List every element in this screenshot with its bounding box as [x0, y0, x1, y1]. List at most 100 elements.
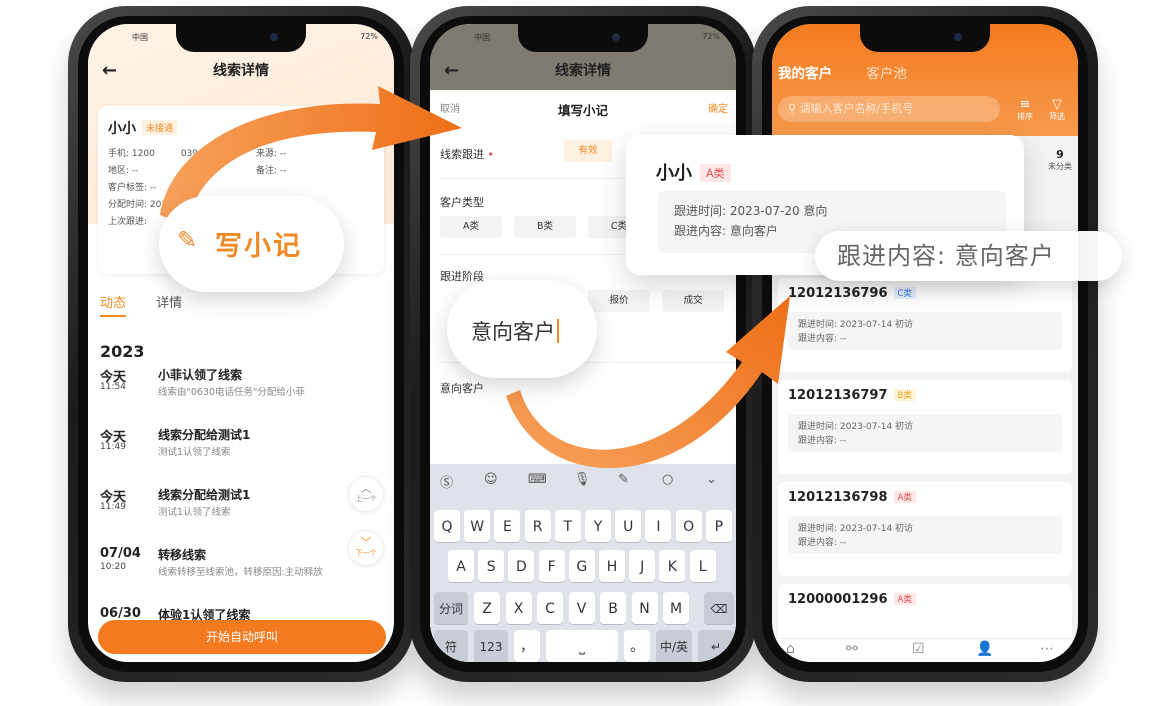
tasks-icon[interactable]: ☑: [912, 641, 925, 657]
period-key[interactable]: 。: [624, 630, 650, 662]
customers-screen: 我的客户 客户池 ⚲ 请输入客户名称/手机号 ≡ 排序 ▽ 筛选 9 未分类 1201…: [772, 24, 1078, 662]
key-u[interactable]: U: [615, 510, 642, 542]
key-i[interactable]: I: [645, 510, 672, 542]
status-badge: 未接通: [142, 120, 178, 135]
prev-button[interactable]: ︿ 上一个: [348, 476, 384, 512]
chevron-up-icon: ︿: [360, 482, 372, 495]
tab-my-customers[interactable]: 我的客户: [778, 66, 832, 82]
confirm-button[interactable]: 确定: [708, 100, 728, 115]
phone-lead-detail: 中国 72% ← 线索详情 小小 未接通 手机: 1200 039 来源: -- 地区…: [68, 6, 414, 682]
home-icon[interactable]: ⌂: [786, 641, 795, 657]
stat-value: 9: [1056, 148, 1064, 161]
leads-icon[interactable]: ⚯: [846, 641, 858, 657]
chevron-down-icon: ﹀: [360, 536, 372, 549]
timeline-time: 11:54: [100, 382, 126, 392]
key-x[interactable]: X: [505, 592, 532, 624]
popup-name: 小小: [656, 163, 692, 184]
highlight-pill: 跟进内容: 意向客户: [815, 231, 1122, 281]
auto-call-button[interactable]: 开始自动呼叫: [98, 620, 386, 654]
key-s[interactable]: S: [478, 550, 505, 582]
phone-my-customers: 我的客户 客户池 ⚲ 请输入客户名称/手机号 ≡ 排序 ▽ 筛选 9 未分类 1201…: [752, 6, 1098, 682]
key-p[interactable]: P: [705, 510, 732, 542]
sort-icon: ≡: [1019, 97, 1031, 112]
keyboard-icon[interactable]: ⌨: [528, 472, 547, 487]
unclassified-stat[interactable]: 9 未分类: [1048, 148, 1072, 172]
key-q[interactable]: Q: [434, 510, 460, 542]
sort-button[interactable]: ≡ 排序: [1012, 98, 1038, 122]
key-t[interactable]: T: [554, 510, 581, 542]
key-v[interactable]: V: [568, 592, 595, 624]
key-w[interactable]: W: [464, 510, 491, 542]
text-cursor: [557, 319, 559, 343]
search-icon[interactable]: ○: [662, 472, 673, 487]
backspace-key[interactable]: ⌫: [704, 592, 734, 624]
type-option-a[interactable]: A类: [440, 216, 502, 238]
key-o[interactable]: O: [675, 510, 702, 542]
customer-item[interactable]: 12012136797 B类 跟进时间: 2023-07-14 初访 跟进内容: -…: [778, 380, 1072, 474]
symbol-key[interactable]: 符: [434, 630, 468, 662]
key-y[interactable]: Y: [585, 510, 611, 542]
enter-key[interactable]: ↵: [698, 630, 734, 662]
customers-icon[interactable]: 👤: [976, 641, 993, 657]
number-key[interactable]: 123: [474, 630, 508, 662]
follow-time: 跟进时间: 2023-07-14 初访: [798, 320, 914, 330]
key-z[interactable]: Z: [474, 592, 500, 624]
key-d[interactable]: D: [508, 550, 535, 582]
timeline-title: 转移线索: [158, 548, 207, 562]
more-icon[interactable]: ⋯: [1040, 641, 1054, 657]
key-m[interactable]: M: [663, 592, 689, 624]
typed-intent-bubble: 意向客户: [447, 280, 597, 378]
customer-tag: C类: [893, 287, 916, 299]
timeline-title: 线索分配给测试1: [158, 428, 251, 442]
handwrite-icon[interactable]: ✎: [618, 472, 629, 487]
key-j[interactable]: J: [629, 550, 656, 582]
collapse-icon[interactable]: ⌄: [706, 472, 717, 487]
segment-key[interactable]: 分词: [434, 592, 468, 624]
customer-item[interactable]: 12012136798 A类 跟进时间: 2023-07-14 初访 跟进内容: -…: [778, 482, 1072, 576]
customer-item[interactable]: 12000001296 A类: [778, 584, 1072, 644]
back-arrow-icon[interactable]: ←: [444, 60, 459, 81]
follow-option-valid[interactable]: 有效: [564, 140, 612, 162]
key-k[interactable]: K: [659, 550, 686, 582]
space-key[interactable]: ⎵: [546, 630, 618, 662]
nav-bar: ← 线索详情: [430, 60, 736, 90]
tab-details[interactable]: 详情: [156, 296, 182, 311]
search-placeholder: 请输入客户名称/手机号: [799, 102, 914, 115]
emoji-icon[interactable]: ☺: [484, 472, 498, 487]
write-note-bubble[interactable]: ✎ 写小记: [159, 196, 344, 292]
key-c[interactable]: C: [537, 592, 563, 624]
key-h[interactable]: H: [599, 550, 625, 582]
key-a[interactable]: A: [448, 550, 474, 582]
next-button[interactable]: ﹀ 下一个: [348, 530, 384, 566]
follow-label: 线索跟进 •: [440, 148, 494, 161]
key-g[interactable]: G: [568, 550, 595, 582]
comma-key[interactable]: ，: [514, 630, 540, 662]
timeline-date: 07/04: [100, 546, 141, 561]
lead-source: 来源: --: [256, 149, 287, 159]
customer-phone: 12012136798: [788, 490, 888, 505]
key-r[interactable]: R: [524, 510, 551, 542]
sogou-icon[interactable]: Ⓢ: [440, 472, 453, 491]
type-option-b[interactable]: B类: [514, 216, 576, 238]
note-input[interactable]: 意向客户: [440, 380, 484, 396]
search-input[interactable]: ⚲ 请输入客户名称/手机号: [778, 96, 1000, 122]
customer-item[interactable]: 12012136796 C类 跟进时间: 2023-07-14 初访 跟进内容: -…: [778, 278, 1072, 372]
key-l[interactable]: L: [689, 550, 716, 582]
key-e[interactable]: E: [494, 510, 521, 542]
filter-button[interactable]: ▽ 筛选: [1044, 98, 1070, 122]
mic-icon[interactable]: 🎙: [574, 472, 591, 487]
customer-type-label: 客户类型: [440, 196, 484, 209]
follow-label-text: 线索跟进: [440, 148, 484, 161]
customer-phone: 12012136796: [788, 286, 888, 301]
stage-option-deal[interactable]: 成交: [662, 290, 724, 312]
back-arrow-icon[interactable]: ←: [102, 60, 117, 81]
stage-option-quote[interactable]: 报价: [588, 290, 650, 312]
lang-switch-key[interactable]: 中/英: [656, 630, 692, 662]
lead-detail-screen: 中国 72% ← 线索详情 小小 未接通 手机: 1200 039 来源: -- 地区…: [88, 24, 394, 662]
key-b[interactable]: B: [600, 592, 626, 624]
key-n[interactable]: N: [631, 592, 658, 624]
key-f[interactable]: F: [538, 550, 565, 582]
cancel-button[interactable]: 取消: [440, 100, 460, 115]
tab-activity[interactable]: 动态: [100, 296, 127, 317]
tab-customer-pool[interactable]: 客户池: [866, 66, 907, 82]
